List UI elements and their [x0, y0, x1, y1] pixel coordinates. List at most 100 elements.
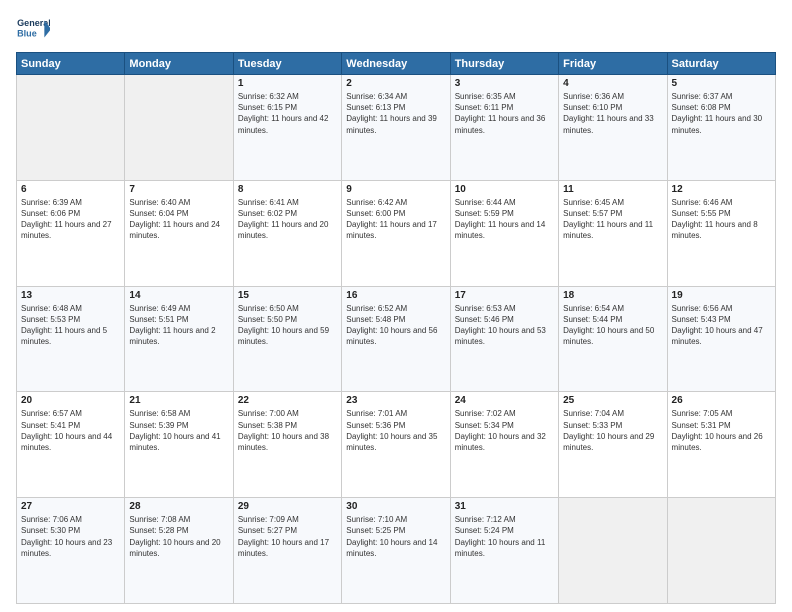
day-number: 2 — [346, 78, 445, 89]
day-info: Sunrise: 6:42 AM Sunset: 6:00 PM Dayligh… — [346, 197, 445, 242]
day-number: 4 — [563, 78, 662, 89]
logo: General Blue — [16, 12, 50, 46]
calendar-cell: 22 Sunrise: 7:00 AM Sunset: 5:38 PM Dayli… — [233, 392, 341, 498]
day-number: 6 — [21, 184, 120, 195]
day-info: Sunrise: 6:50 AM Sunset: 5:50 PM Dayligh… — [238, 303, 337, 348]
calendar-cell: 19 Sunrise: 6:56 AM Sunset: 5:43 PM Dayli… — [667, 286, 775, 392]
calendar-cell: 20 Sunrise: 6:57 AM Sunset: 5:41 PM Dayli… — [17, 392, 125, 498]
day-number: 14 — [129, 290, 228, 301]
day-info: Sunrise: 7:12 AM Sunset: 5:24 PM Dayligh… — [455, 514, 554, 559]
day-number: 23 — [346, 395, 445, 406]
calendar-cell: 4Sunrise: 6:36 AM Sunset: 6:10 PM Daylig… — [559, 75, 667, 181]
day-info: Sunrise: 6:52 AM Sunset: 5:48 PM Dayligh… — [346, 303, 445, 348]
calendar-weekday-tuesday: Tuesday — [233, 53, 341, 75]
calendar-weekday-thursday: Thursday — [450, 53, 558, 75]
calendar-cell: 28Sunrise: 7:08 AM Sunset: 5:28 PM Dayli… — [125, 498, 233, 604]
day-info: Sunrise: 6:41 AM Sunset: 6:02 PM Dayligh… — [238, 197, 337, 242]
calendar-week-row-3: 13Sunrise: 6:48 AM Sunset: 5:53 PM Dayli… — [17, 286, 776, 392]
day-number: 5 — [672, 78, 771, 89]
calendar-weekday-wednesday: Wednesday — [342, 53, 450, 75]
day-number: 17 — [455, 290, 554, 301]
day-number: 9 — [346, 184, 445, 195]
calendar-cell: 5 Sunrise: 6:37 AM Sunset: 6:08 PM Daylig… — [667, 75, 775, 181]
day-number: 1 — [238, 78, 337, 89]
calendar-cell: 7 Sunrise: 6:40 AM Sunset: 6:04 PM Daylig… — [125, 180, 233, 286]
day-info: Sunrise: 7:06 AM Sunset: 5:30 PM Dayligh… — [21, 514, 120, 559]
calendar-weekday-sunday: Sunday — [17, 53, 125, 75]
calendar-cell: 9 Sunrise: 6:42 AM Sunset: 6:00 PM Daylig… — [342, 180, 450, 286]
day-number: 11 — [563, 184, 662, 195]
calendar-cell — [667, 498, 775, 604]
day-info: Sunrise: 7:04 AM Sunset: 5:33 PM Dayligh… — [563, 408, 662, 453]
day-info: Sunrise: 6:37 AM Sunset: 6:08 PM Dayligh… — [672, 91, 771, 136]
calendar-cell: 29Sunrise: 7:09 AM Sunset: 5:27 PM Dayli… — [233, 498, 341, 604]
calendar-cell: 1 Sunrise: 6:32 AM Sunset: 6:15 PM Daylig… — [233, 75, 341, 181]
calendar-cell: 12 Sunrise: 6:46 AM Sunset: 5:55 PM Dayli… — [667, 180, 775, 286]
day-number: 20 — [21, 395, 120, 406]
day-info: Sunrise: 7:05 AM Sunset: 5:31 PM Dayligh… — [672, 408, 771, 453]
calendar-week-row-2: 6 Sunrise: 6:39 AM Sunset: 6:06 PM Daylig… — [17, 180, 776, 286]
day-number: 7 — [129, 184, 228, 195]
logo-svg: General Blue — [16, 12, 50, 46]
calendar-header-row: SundayMondayTuesdayWednesdayThursdayFrid… — [17, 53, 776, 75]
day-info: Sunrise: 6:44 AM Sunset: 5:59 PM Dayligh… — [455, 197, 554, 242]
day-info: Sunrise: 6:58 AM Sunset: 5:39 PM Dayligh… — [129, 408, 228, 453]
day-number: 16 — [346, 290, 445, 301]
calendar-table: SundayMondayTuesdayWednesdayThursdayFrid… — [16, 52, 776, 604]
day-number: 25 — [563, 395, 662, 406]
day-number: 31 — [455, 501, 554, 512]
day-info: Sunrise: 6:56 AM Sunset: 5:43 PM Dayligh… — [672, 303, 771, 348]
day-info: Sunrise: 7:00 AM Sunset: 5:38 PM Dayligh… — [238, 408, 337, 453]
page: General Blue SundayMondayTuesdayWednesda… — [0, 0, 792, 612]
day-info: Sunrise: 6:57 AM Sunset: 5:41 PM Dayligh… — [21, 408, 120, 453]
day-info: Sunrise: 6:49 AM Sunset: 5:51 PM Dayligh… — [129, 303, 228, 348]
day-number: 18 — [563, 290, 662, 301]
day-number: 28 — [129, 501, 228, 512]
day-info: Sunrise: 6:53 AM Sunset: 5:46 PM Dayligh… — [455, 303, 554, 348]
calendar-cell: 14 Sunrise: 6:49 AM Sunset: 5:51 PM Dayli… — [125, 286, 233, 392]
calendar-cell: 23Sunrise: 7:01 AM Sunset: 5:36 PM Dayli… — [342, 392, 450, 498]
day-number: 30 — [346, 501, 445, 512]
calendar-cell: 24 Sunrise: 7:02 AM Sunset: 5:34 PM Dayli… — [450, 392, 558, 498]
calendar-weekday-monday: Monday — [125, 53, 233, 75]
day-number: 24 — [455, 395, 554, 406]
day-info: Sunrise: 6:40 AM Sunset: 6:04 PM Dayligh… — [129, 197, 228, 242]
calendar-cell: 27 Sunrise: 7:06 AM Sunset: 5:30 PM Dayli… — [17, 498, 125, 604]
calendar-cell: 15Sunrise: 6:50 AM Sunset: 5:50 PM Dayli… — [233, 286, 341, 392]
calendar-cell: 17 Sunrise: 6:53 AM Sunset: 5:46 PM Dayli… — [450, 286, 558, 392]
day-info: Sunrise: 7:10 AM Sunset: 5:25 PM Dayligh… — [346, 514, 445, 559]
day-info: Sunrise: 6:39 AM Sunset: 6:06 PM Dayligh… — [21, 197, 120, 242]
calendar-cell — [125, 75, 233, 181]
day-info: Sunrise: 6:35 AM Sunset: 6:11 PM Dayligh… — [455, 91, 554, 136]
day-info: Sunrise: 6:46 AM Sunset: 5:55 PM Dayligh… — [672, 197, 771, 242]
calendar-cell: 16 Sunrise: 6:52 AM Sunset: 5:48 PM Dayli… — [342, 286, 450, 392]
day-number: 3 — [455, 78, 554, 89]
calendar-cell: 6 Sunrise: 6:39 AM Sunset: 6:06 PM Daylig… — [17, 180, 125, 286]
calendar-cell: 31 Sunrise: 7:12 AM Sunset: 5:24 PM Dayli… — [450, 498, 558, 604]
calendar-cell: 21 Sunrise: 6:58 AM Sunset: 5:39 PM Dayli… — [125, 392, 233, 498]
calendar-cell: 13Sunrise: 6:48 AM Sunset: 5:53 PM Dayli… — [17, 286, 125, 392]
day-number: 19 — [672, 290, 771, 301]
day-info: Sunrise: 6:45 AM Sunset: 5:57 PM Dayligh… — [563, 197, 662, 242]
day-number: 29 — [238, 501, 337, 512]
day-number: 8 — [238, 184, 337, 195]
day-number: 21 — [129, 395, 228, 406]
calendar-cell: 2Sunrise: 6:34 AM Sunset: 6:13 PM Daylig… — [342, 75, 450, 181]
day-number: 12 — [672, 184, 771, 195]
day-number: 13 — [21, 290, 120, 301]
day-number: 22 — [238, 395, 337, 406]
calendar-week-row-1: 1 Sunrise: 6:32 AM Sunset: 6:15 PM Daylig… — [17, 75, 776, 181]
calendar-week-row-4: 20 Sunrise: 6:57 AM Sunset: 5:41 PM Dayli… — [17, 392, 776, 498]
calendar-week-row-5: 27 Sunrise: 7:06 AM Sunset: 5:30 PM Dayli… — [17, 498, 776, 604]
day-number: 27 — [21, 501, 120, 512]
day-number: 10 — [455, 184, 554, 195]
header: General Blue — [16, 12, 776, 46]
day-info: Sunrise: 6:54 AM Sunset: 5:44 PM Dayligh… — [563, 303, 662, 348]
day-info: Sunrise: 6:32 AM Sunset: 6:15 PM Dayligh… — [238, 91, 337, 136]
day-number: 26 — [672, 395, 771, 406]
calendar-cell: 30 Sunrise: 7:10 AM Sunset: 5:25 PM Dayli… — [342, 498, 450, 604]
day-info: Sunrise: 7:02 AM Sunset: 5:34 PM Dayligh… — [455, 408, 554, 453]
calendar-cell: 26 Sunrise: 7:05 AM Sunset: 5:31 PM Dayli… — [667, 392, 775, 498]
calendar-cell — [559, 498, 667, 604]
calendar-cell — [17, 75, 125, 181]
